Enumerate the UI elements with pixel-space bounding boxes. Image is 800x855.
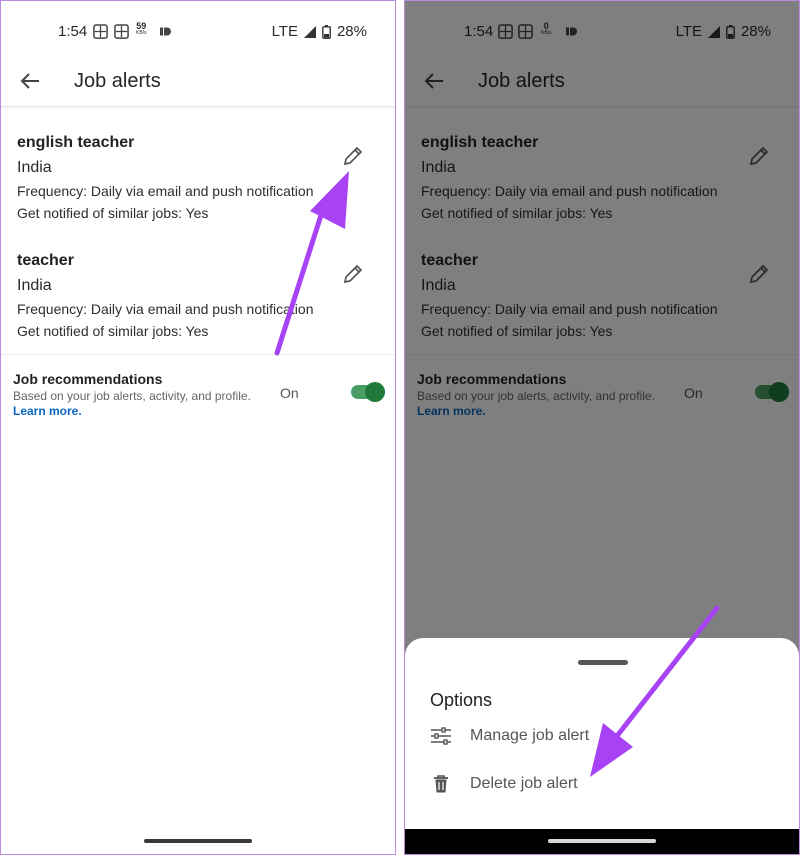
- network-type: LTE: [271, 23, 298, 40]
- pencil-icon[interactable]: [341, 144, 365, 168]
- job-alert-item[interactable]: teacher India Frequency: Daily via email…: [17, 252, 379, 339]
- back-arrow-icon[interactable]: [17, 68, 43, 94]
- toggle-knob: [365, 382, 385, 402]
- battery-icon: [322, 24, 331, 39]
- alert-frequency: Frequency: Daily via email and push noti…: [17, 301, 314, 317]
- alert-similar: Get notified of similar jobs: Yes: [17, 323, 209, 339]
- sheet-title: Options: [430, 690, 493, 710]
- sheet-drag-handle[interactable]: [578, 660, 628, 665]
- app-notification-icon: [93, 24, 108, 39]
- alert-location: India: [17, 159, 52, 176]
- annotation-arrow-icon: [274, 171, 349, 356]
- option-label: Delete job alert: [470, 775, 578, 792]
- home-indicator[interactable]: [144, 839, 252, 843]
- recommendations-subtitle: Based on your job alerts, activity, and …: [13, 389, 251, 403]
- sliders-icon: [431, 727, 451, 745]
- app-bar: Job alerts: [1, 63, 395, 107]
- status-right: LTE 28%: [272, 23, 367, 40]
- app-notification-icon: [114, 24, 129, 39]
- right-screen: 1:54 0KB/s LTE 28% Job alerts english te…: [404, 0, 800, 855]
- network-speed: 59 KB/s: [136, 21, 147, 37]
- recommendations-state: On: [280, 385, 299, 401]
- left-screen: 1:54 59 KB/s LTE 28% Job alerts english t…: [0, 0, 396, 855]
- signal-icon: [303, 25, 316, 38]
- learn-more-link[interactable]: Learn more.: [13, 404, 313, 418]
- option-label: Manage job alert: [470, 727, 590, 744]
- alert-name: english teacher: [17, 134, 135, 151]
- home-indicator[interactable]: [548, 839, 656, 843]
- status-time: 1:54: [58, 23, 88, 40]
- options-bottom-sheet: Options Manage job alert Delete job aler…: [405, 638, 799, 831]
- job-alert-item[interactable]: english teacher India Frequency: Daily v…: [17, 134, 379, 221]
- manage-job-alert-option[interactable]: Manage job alert: [430, 721, 770, 751]
- alert-location: India: [17, 277, 52, 294]
- battery-level: 28%: [336, 23, 367, 40]
- recommendations-toggle[interactable]: [351, 382, 385, 402]
- divider: [1, 354, 395, 355]
- trash-icon: [434, 775, 448, 793]
- pencil-icon[interactable]: [341, 262, 365, 286]
- alert-name: teacher: [17, 252, 74, 269]
- alert-frequency: Frequency: Daily via email and push noti…: [17, 183, 314, 199]
- page-title: Job alerts: [74, 70, 161, 92]
- job-recommendations: Job recommendations Based on your job al…: [13, 371, 313, 418]
- alert-similar: Get notified of similar jobs: Yes: [17, 205, 209, 221]
- status-bar: 1:54 59 KB/s LTE 28%: [1, 1, 395, 63]
- recommendations-title: Job recommendations: [13, 371, 163, 387]
- delete-job-alert-option[interactable]: Delete job alert: [430, 769, 770, 799]
- dnd-icon: [160, 27, 171, 36]
